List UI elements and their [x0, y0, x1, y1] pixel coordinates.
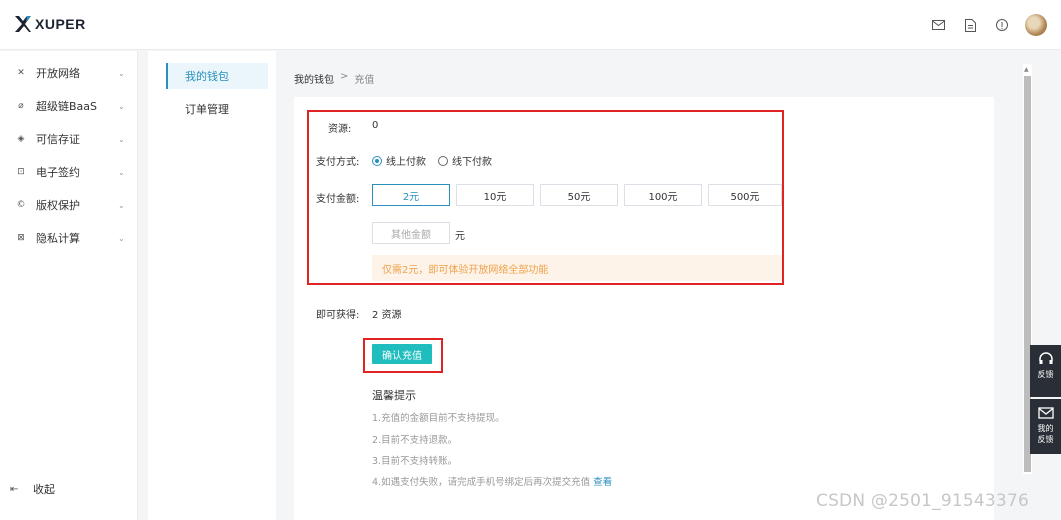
my-feedback-button[interactable]: 我的 反馈 [1030, 399, 1061, 454]
sidebar-item-label: 隐私计算 [36, 232, 80, 245]
shield-icon: ◈ [17, 134, 25, 144]
copyright-icon: © [16, 200, 26, 210]
highlight-box-confirm [363, 338, 443, 373]
sidebar-item-label: 可信存证 [36, 133, 80, 146]
logo-mark-icon [15, 16, 31, 32]
my-feedback-label-1: 我的 [1037, 424, 1054, 433]
view-link[interactable]: 查看 [593, 477, 612, 488]
breadcrumb-separator: > [340, 71, 349, 82]
subnav-item-orders[interactable]: 订单管理 [166, 96, 268, 122]
info-icon[interactable] [989, 13, 1015, 37]
sidebar-item-copyright[interactable]: © 版权保护 ⌄ [0, 193, 138, 217]
scroll-up-icon[interactable]: ▲ [1024, 66, 1029, 73]
notes-title: 温馨提示 [372, 389, 416, 402]
obtain-label: 即可获得: [316, 310, 360, 321]
feedback-button[interactable]: 反馈 [1030, 345, 1061, 397]
sidebar-item-label: 版权保护 [36, 199, 80, 212]
brand-name: XUPER [35, 16, 86, 32]
sidebar-item-open-network[interactable]: ✕ 开放网络 ⌄ [0, 61, 138, 85]
breadcrumb-parent[interactable]: 我的钱包 [294, 71, 334, 86]
note-item: 3.目前不支持转账。 [372, 456, 458, 467]
chevron-down-icon: ⌄ [118, 200, 125, 210]
lock-icon: ⊠ [17, 233, 25, 243]
headset-icon [1038, 352, 1053, 364]
highlight-box-payment [307, 110, 784, 285]
sign-icon: ⊡ [17, 167, 25, 177]
header-icons [919, 13, 1047, 37]
sidebar-item-label: 开放网络 [36, 67, 80, 80]
chevron-down-icon: ⌄ [118, 167, 125, 177]
note-item-last: 4.如遇支付失败，请完成手机号绑定后再次提交充值 查看 [372, 474, 612, 488]
breadcrumb: 我的钱包 > 充值 [294, 71, 374, 86]
feedback-label: 反馈 [1037, 370, 1054, 379]
logo[interactable]: XUPER [14, 15, 86, 33]
collapse-icon: ⇤ [10, 483, 19, 495]
mail-icon[interactable] [925, 13, 951, 37]
collapse-button[interactable]: ⇤ 收起 [10, 481, 55, 497]
network-icon: ✕ [17, 68, 25, 78]
chevron-down-icon: ⌄ [118, 134, 125, 144]
sidebar: ✕ 开放网络 ⌄ ⌀ 超级链BaaS ⌄ ◈ 可信存证 ⌄ ⊡ 电子签约 ⌄ ©… [0, 51, 138, 520]
main-content: 我的钱包 > 充值 资源: 0 支付方式: 线上付款 线下付款 支付金额: 2元… [284, 51, 1024, 520]
sidebar-item-e-sign[interactable]: ⊡ 电子签约 ⌄ [0, 160, 138, 184]
top-header: XUPER [0, 0, 1061, 50]
obtain-value: 2 资源 [372, 310, 402, 321]
chevron-down-icon: ⌄ [118, 68, 125, 78]
chain-icon: ⌀ [18, 101, 24, 111]
collapse-label: 收起 [33, 483, 55, 496]
sidebar-item-label: 超级链BaaS [36, 100, 98, 113]
sub-navigation: 我的钱包 订单管理 [148, 51, 276, 520]
recharge-card: 资源: 0 支付方式: 线上付款 线下付款 支付金额: 2元 10元 50元 1… [294, 97, 994, 520]
note-item: 2.目前不支持退款。 [372, 435, 458, 446]
note-text: 4.如遇支付失败，请完成手机号绑定后再次提交充值 [372, 477, 591, 488]
watermark: CSDN @2501_91543376 [816, 491, 1029, 511]
note-item: 1.充值的金额目前不支持提现。 [372, 413, 505, 424]
mail-icon [1037, 407, 1054, 419]
sidebar-item-baas[interactable]: ⌀ 超级链BaaS ⌄ [0, 94, 138, 118]
subnav-item-my-wallet[interactable]: 我的钱包 [166, 63, 268, 89]
chevron-down-icon: ⌄ [118, 233, 125, 243]
my-feedback-label-2: 反馈 [1037, 435, 1054, 444]
sidebar-item-trusted-evidence[interactable]: ◈ 可信存证 ⌄ [0, 127, 138, 151]
sidebar-item-privacy-compute[interactable]: ⊠ 隐私计算 ⌄ [0, 226, 138, 250]
sidebar-item-label: 电子签约 [36, 166, 80, 179]
chevron-down-icon: ⌄ [118, 101, 125, 111]
avatar[interactable] [1025, 14, 1047, 36]
breadcrumb-current: 充值 [354, 75, 375, 86]
document-icon[interactable] [957, 13, 983, 37]
